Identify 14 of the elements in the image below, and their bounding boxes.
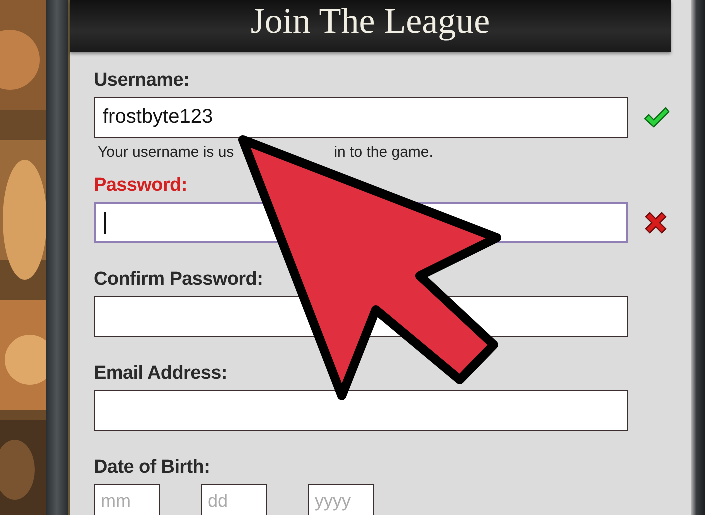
page-title: Join The League [250,0,490,42]
field-label: Username: [94,70,191,92]
field-label: Email Address: [94,363,228,385]
hint-text: Your username is us [98,144,234,161]
hint-text: in to the game. [334,144,434,161]
input-field[interactable]: frostbyte123 [94,97,628,138]
input-field[interactable] [94,390,628,431]
field-label: Date of Birth: [94,457,212,479]
text-caret [104,212,106,234]
date-field[interactable]: yyyy [308,484,374,515]
date-field[interactable]: mm [94,484,160,515]
date-field[interactable]: dd [201,484,267,515]
field-label: Password: [94,175,188,197]
field-label: Confirm Password: [94,269,264,291]
